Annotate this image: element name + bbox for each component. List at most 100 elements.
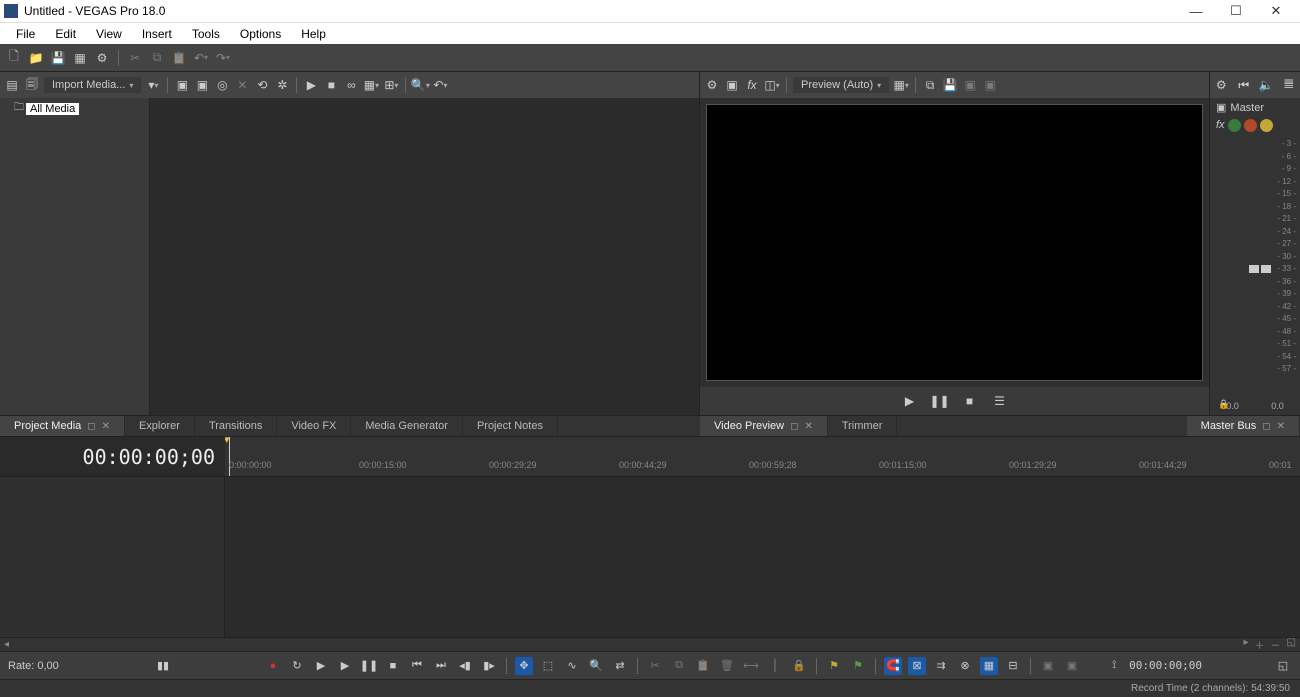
media-stop-icon[interactable]: ■ xyxy=(323,77,339,93)
time-ruler[interactable]: 0:00:00:00 00:00:15:00 00:00:29;29 00:00… xyxy=(225,437,1300,476)
master-fx-icon[interactable]: fx xyxy=(1216,119,1225,132)
menu-edit[interactable]: Edit xyxy=(45,25,86,43)
preview-quality-dropdown[interactable]: Preview (Auto) xyxy=(793,77,889,93)
event-pan-icon[interactable]: ▣ xyxy=(1063,657,1081,675)
media-sort-icon[interactable]: ⊞ xyxy=(383,77,399,93)
media-view-icon[interactable]: ▦ xyxy=(363,77,379,93)
menu-options[interactable]: Options xyxy=(230,25,291,43)
lock-icon[interactable]: 🔒 xyxy=(1218,399,1229,410)
fx-dot-yellow-icon[interactable] xyxy=(1260,119,1273,132)
undock-icon[interactable]: ◻ xyxy=(790,421,798,432)
undo-icon[interactable]: ↶ xyxy=(193,50,209,66)
media-fx-icon[interactable]: ▣ xyxy=(174,77,190,93)
copy-tl-icon[interactable]: ⧉ xyxy=(670,657,688,675)
media-delete-icon[interactable]: ✕ xyxy=(234,77,250,93)
import-media-button[interactable]: Import Media... xyxy=(44,77,141,93)
master-props-icon[interactable]: ⚙ xyxy=(1213,77,1229,93)
zoom-out-icon[interactable]: － xyxy=(1271,637,1281,652)
save-icon[interactable]: 💾 xyxy=(50,50,66,66)
preview-stop-icon[interactable]: ■ xyxy=(962,393,978,409)
tab-transitions[interactable]: Transitions xyxy=(195,416,277,436)
tab-video-preview[interactable]: Video Preview◻✕ xyxy=(700,416,828,436)
undock-icon[interactable]: ◻ xyxy=(1262,421,1270,432)
open-project-icon[interactable]: 📁 xyxy=(28,50,44,66)
timecode-box[interactable]: 00:00:00;00 xyxy=(0,437,225,476)
maximize-button[interactable]: ☐ xyxy=(1216,3,1256,19)
tab-project-notes[interactable]: Project Notes xyxy=(463,416,558,436)
go-end-icon[interactable]: ⏭ xyxy=(432,657,450,675)
playhead[interactable] xyxy=(229,437,230,476)
go-start-icon[interactable]: ⏮ xyxy=(408,657,426,675)
timeline-scrollbar[interactable]: ◂ ▸ ＋ － ◱ xyxy=(0,637,1300,651)
tab-explorer[interactable]: Explorer xyxy=(125,416,195,436)
tracks-area[interactable] xyxy=(225,477,1300,637)
shuffle-tool-icon[interactable]: ⇄ xyxy=(611,657,629,675)
new-project-icon[interactable]: 🗋 xyxy=(6,50,22,66)
scroll-right-icon[interactable]: ▸ xyxy=(1244,637,1249,652)
master-prev-icon[interactable]: ⏮ xyxy=(1236,77,1252,93)
capture-icon[interactable]: ▾ xyxy=(145,77,161,93)
auto-crossfade-icon[interactable]: ⊗ xyxy=(956,657,974,675)
copy-icon[interactable]: ⧉ xyxy=(149,50,165,66)
media-history-icon[interactable]: ↶ xyxy=(432,77,448,93)
menu-file[interactable]: File xyxy=(6,25,45,43)
paste-icon[interactable]: 📋 xyxy=(171,50,187,66)
media-list-icon[interactable]: 🗐 xyxy=(24,77,40,93)
zoom-fit-icon[interactable]: ◱ xyxy=(1287,637,1296,652)
preview-overlays-icon[interactable]: ▦ xyxy=(893,77,909,93)
preview-menu-icon[interactable]: ☰ xyxy=(992,393,1008,409)
preview-extmon-icon[interactable]: ▣ xyxy=(724,77,740,93)
preview-play-icon[interactable]: ▶ xyxy=(902,393,918,409)
normal-edit-tool-icon[interactable]: ✥ xyxy=(515,657,533,675)
preview-fx-icon[interactable]: fx xyxy=(744,77,760,93)
close-tab-icon[interactable]: ✕ xyxy=(102,421,110,432)
envelope-tool-icon[interactable]: ∿ xyxy=(563,657,581,675)
rate-marker-icon[interactable]: ▮▮ xyxy=(154,657,172,675)
selection-tool-icon[interactable]: ⬚ xyxy=(539,657,557,675)
tab-project-media[interactable]: Project Media◻✕ xyxy=(0,416,125,436)
media-play-icon[interactable]: ▶ xyxy=(303,77,319,93)
all-media-node[interactable]: All Media xyxy=(26,103,79,115)
next-frame-icon[interactable]: ▮▸ xyxy=(480,657,498,675)
auto-ripple-icon[interactable]: ⇉ xyxy=(932,657,950,675)
close-tab-icon[interactable]: ✕ xyxy=(804,421,812,432)
pause-icon[interactable]: ❚❚ xyxy=(360,657,378,675)
undock-icon[interactable]: ◻ xyxy=(87,421,95,432)
media-bin-icon[interactable]: ▣ xyxy=(194,77,210,93)
preview-copy-icon[interactable]: ⧉ xyxy=(922,77,938,93)
zoom-in-icon[interactable]: ＋ xyxy=(1255,637,1265,652)
fx-dot-green-icon[interactable] xyxy=(1228,119,1241,132)
snap-icon[interactable]: 🧲 xyxy=(884,657,902,675)
split-tl-icon[interactable]: ⎮ xyxy=(766,657,784,675)
cut-icon[interactable]: ✂ xyxy=(127,50,143,66)
tab-master-bus[interactable]: Master Bus◻✕ xyxy=(1187,416,1300,436)
selection-length-icon[interactable]: ⟟ xyxy=(1105,657,1123,675)
redo-icon[interactable]: ↷ xyxy=(215,50,231,66)
scroll-left-icon[interactable]: ◂ xyxy=(4,639,9,650)
media-remove-icon[interactable]: ◎ xyxy=(214,77,230,93)
region-icon[interactable]: ⚑ xyxy=(849,657,867,675)
zoom-tool-icon[interactable]: 🔍 xyxy=(587,657,605,675)
stop-icon[interactable]: ■ xyxy=(384,657,402,675)
master-dim-icon[interactable]: 🔈 xyxy=(1258,77,1274,93)
preview-safe-icon[interactable]: ▣ xyxy=(982,77,998,93)
preview-splitview-icon[interactable]: ◫ xyxy=(764,77,780,93)
paste-tl-icon[interactable]: 📋 xyxy=(694,657,712,675)
loop-icon[interactable]: ↻ xyxy=(288,657,306,675)
marker-icon[interactable]: ⚑ xyxy=(825,657,843,675)
tab-media-generator[interactable]: Media Generator xyxy=(351,416,463,436)
fx-dot-orange-icon[interactable] xyxy=(1244,119,1257,132)
record-icon[interactable]: ● xyxy=(264,657,282,675)
popup-icon[interactable]: ◱ xyxy=(1274,657,1292,675)
close-tab-icon[interactable]: ✕ xyxy=(1277,421,1285,432)
preview-save-icon[interactable]: 💾 xyxy=(942,77,958,93)
lock-tl-icon[interactable]: 🔒 xyxy=(790,657,808,675)
menu-insert[interactable]: Insert xyxy=(132,25,182,43)
render-icon[interactable]: ▦ xyxy=(72,50,88,66)
tab-video-fx[interactable]: Video FX xyxy=(277,416,351,436)
quantize-icon[interactable]: ⊠ xyxy=(908,657,926,675)
minimize-button[interactable]: — xyxy=(1176,4,1216,19)
play-start-icon[interactable]: ▶ xyxy=(312,657,330,675)
tab-trimmer[interactable]: Trimmer xyxy=(828,416,898,436)
preview-props-icon[interactable]: ⚙ xyxy=(704,77,720,93)
